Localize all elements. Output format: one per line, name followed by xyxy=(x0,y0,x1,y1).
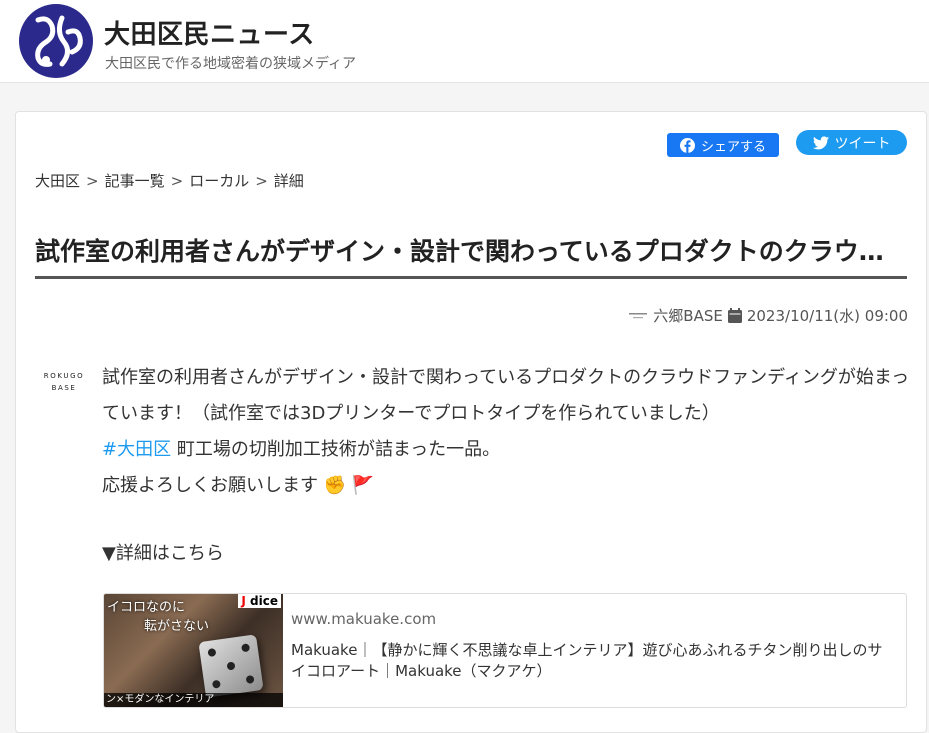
article-title: 試作室の利用者さんがデザイン・設計で関わっているプロダクトのクラウドファンディン… xyxy=(35,232,907,279)
article-card: シェアする ツイート 大田区 > 記事一覧 > ローカル > 詳細 試作室の利用者さんがデザ… xyxy=(15,111,927,733)
link-preview-card[interactable]: イコロなのに 転がさない J dice ン×モダンなインテリア www.maku… xyxy=(103,593,907,708)
site-subtitle: 大田区民で作る地域密着の狭域メディア xyxy=(105,56,357,72)
breadcrumb: 大田区 > 記事一覧 > ローカル > 詳細 xyxy=(35,170,304,191)
thumbnail-brand-text: dice xyxy=(250,594,278,608)
link-preview-thumbnail: イコロなのに 転がさない J dice ン×モダンなインテリア xyxy=(104,594,283,707)
breadcrumb-item-ota[interactable]: 大田区 xyxy=(35,172,80,190)
body-paragraph: 試作室の利用者さんがデザイン・設計で関わっているプロダクトのクラウドファンディン… xyxy=(102,367,910,424)
thumbnail-footer: ン×モダンなインテリア xyxy=(104,693,283,707)
breadcrumb-separator: > xyxy=(86,172,99,190)
avatar-text: BASE xyxy=(51,384,77,392)
site-logo-icon[interactable] xyxy=(16,2,96,80)
body-paragraph: #大田区 町工場の切削加工技術が詰まった一品。 xyxy=(102,432,912,468)
body-text-span: 町工場の切削加工技術が詰まった一品。 xyxy=(171,439,501,460)
link-preview-domain: www.makuake.com xyxy=(291,610,437,628)
breadcrumb-item-current: 詳細 xyxy=(273,172,304,190)
body-paragraph: 応援よろしくお願いします ✊ 🚩 xyxy=(102,475,375,496)
facebook-share-label: シェアする xyxy=(700,139,766,155)
facebook-share-button[interactable]: シェアする xyxy=(667,133,779,157)
breadcrumb-separator: > xyxy=(170,172,184,190)
article-author[interactable]: 六郷BASE xyxy=(653,305,723,326)
twitter-tweet-button[interactable]: ツイート xyxy=(796,130,907,155)
dice-image xyxy=(198,634,264,698)
facebook-icon xyxy=(679,137,695,153)
site-title[interactable]: 大田区民ニュース xyxy=(104,14,315,51)
hashtag-link[interactable]: #大田区 xyxy=(102,439,171,460)
avatar-text: ROKUGO xyxy=(43,372,85,380)
site-header: 大田区民ニュース 大田区民で作る地域密着の狭域メディア xyxy=(0,0,929,83)
breadcrumb-item-local[interactable]: ローカル xyxy=(189,172,249,190)
breadcrumb-item-articles[interactable]: 記事一覧 xyxy=(105,172,165,190)
breadcrumb-separator: > xyxy=(255,172,268,190)
detail-heading: ▼詳細はこちら xyxy=(102,543,224,564)
thumbnail-caption: イコロなのに xyxy=(107,600,186,615)
article-date: 2023/10/11(水) 09:00 xyxy=(746,307,908,325)
thumbnail-caption: 転がさない xyxy=(144,619,210,634)
article-body: 試作室の利用者さんがデザイン・設計で関わっているプロダクトのクラウドファンディン… xyxy=(102,360,912,504)
article-meta: 六郷BASE 2023/10/11(水) 09:00 xyxy=(628,305,908,326)
calendar-icon xyxy=(727,308,742,323)
twitter-bird-icon xyxy=(812,135,829,149)
link-preview-title: Makuake｜【静かに輝く不思議な卓上インテリア】遊び心あふれるチタン削り出し… xyxy=(291,641,883,680)
thumbnail-brand: J dice xyxy=(238,594,281,608)
twitter-tweet-label: ツイート xyxy=(834,135,891,152)
author-avatar[interactable]: ROKUGO BASE xyxy=(38,370,90,404)
author-logo-icon xyxy=(629,312,648,318)
